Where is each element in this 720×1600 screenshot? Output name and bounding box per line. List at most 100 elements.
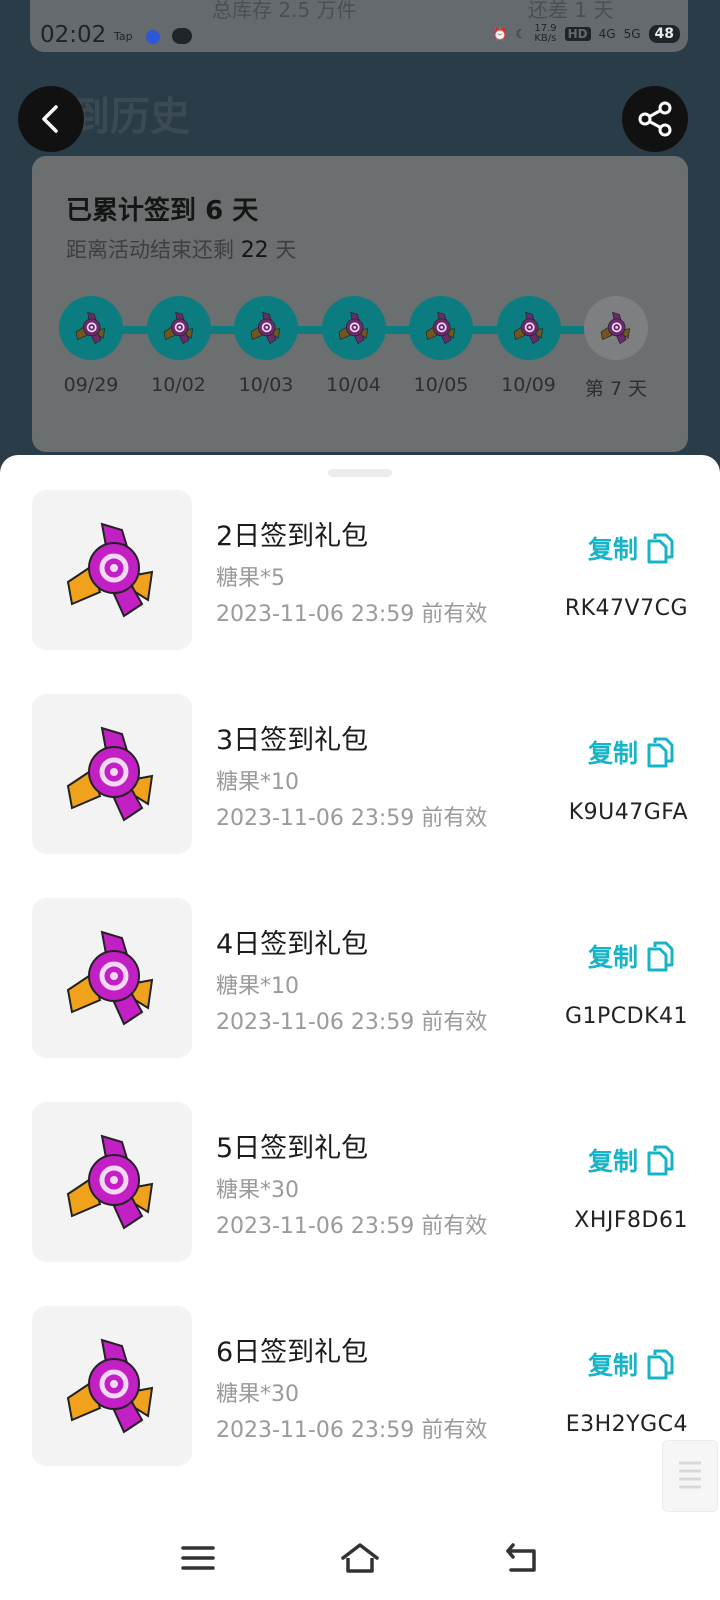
copy-code-button[interactable]: 复制 bbox=[588, 734, 674, 770]
nav-menu-button[interactable] bbox=[176, 1538, 220, 1578]
home-icon bbox=[341, 1543, 379, 1573]
gift-row: 6日签到礼包 糖果*30 2023-11-06 23:59 前有效 复制 E3H… bbox=[0, 1306, 720, 1466]
copy-label: 复制 bbox=[587, 1147, 638, 1176]
gift-content: 糖果*5 bbox=[216, 566, 285, 591]
timeline-date: 09/29 bbox=[63, 374, 119, 396]
copy-label: 复制 bbox=[587, 739, 638, 768]
candy-icon bbox=[66, 726, 154, 822]
share-button[interactable] bbox=[622, 86, 688, 152]
timeline-node bbox=[584, 296, 648, 360]
copy-code-button[interactable]: 复制 bbox=[588, 530, 674, 566]
gift-expiry: 2023-11-06 23:59 前有效 bbox=[216, 1010, 488, 1035]
timeline-date: 10/03 bbox=[238, 374, 294, 396]
copy-label: 复制 bbox=[587, 535, 638, 564]
timeline-node bbox=[496, 296, 561, 360]
copy-code-button[interactable]: 复制 bbox=[588, 938, 674, 974]
network-type-1: 4G bbox=[598, 27, 616, 41]
copy-label: 复制 bbox=[587, 1351, 638, 1380]
candy-icon bbox=[338, 311, 368, 345]
gift-content: 糖果*30 bbox=[216, 1178, 299, 1203]
days-left-text: 还差 1 天 bbox=[528, 0, 614, 22]
notification-dot-icon bbox=[146, 30, 160, 44]
copy-code-button[interactable]: 复制 bbox=[588, 1346, 674, 1382]
candy-icon bbox=[66, 1134, 154, 1230]
gift-thumbnail bbox=[32, 1306, 192, 1466]
copy-icon bbox=[647, 1145, 674, 1176]
gift-expiry: 2023-11-06 23:59 前有效 bbox=[216, 1418, 488, 1443]
timeline-date: 10/04 bbox=[326, 374, 381, 396]
timeline-node bbox=[409, 296, 473, 360]
gift-thumbnail bbox=[32, 694, 192, 854]
hd-badge: HD bbox=[564, 27, 591, 41]
gift-content: 糖果*10 bbox=[216, 770, 299, 795]
background-page: 总库存 2.5 万件 还差 1 天 02:02 Tap ⏰ ☾ 17.9 KB/… bbox=[0, 0, 720, 470]
return-icon bbox=[506, 1543, 536, 1572]
nav-home-button[interactable] bbox=[338, 1538, 382, 1578]
system-nav-bar bbox=[0, 1516, 720, 1600]
message-icon bbox=[172, 28, 192, 44]
timeline-node bbox=[321, 296, 386, 360]
gift-content: 糖果*30 bbox=[216, 1382, 299, 1407]
timeline-date: 第 7 天 bbox=[584, 378, 648, 400]
gift-name: 3日签到礼包 bbox=[216, 725, 369, 756]
copy-icon bbox=[647, 941, 674, 972]
gift-thumbnail bbox=[32, 898, 192, 1058]
gift-code[interactable]: G1PCDK41 bbox=[565, 1004, 688, 1029]
sheet-drag-handle[interactable] bbox=[328, 469, 392, 477]
candy-icon bbox=[66, 930, 154, 1026]
copy-code-button[interactable]: 复制 bbox=[588, 1142, 674, 1178]
gift-name: 2日签到礼包 bbox=[216, 521, 369, 552]
candy-icon bbox=[66, 522, 154, 618]
gift-name: 6日签到礼包 bbox=[216, 1337, 369, 1368]
candy-icon bbox=[163, 311, 193, 345]
timeline-date: 10/02 bbox=[151, 374, 206, 396]
gift-thumbnail bbox=[32, 1102, 192, 1262]
gift-bottom-sheet: 2日签到礼包 糖果*5 2023-11-06 23:59 前有效 复制 RK47… bbox=[0, 455, 720, 1600]
candy-icon bbox=[600, 311, 631, 345]
cumulative-suffix: 天 bbox=[232, 196, 259, 226]
gift-code[interactable]: RK47V7CG bbox=[565, 596, 688, 621]
cumulative-checkin: 已累计签到 6 天 bbox=[66, 190, 258, 227]
candy-icon bbox=[75, 311, 106, 345]
gift-content: 糖果*10 bbox=[216, 974, 299, 999]
checkin-summary-card: 已累计签到 6 天 距离活动结束还剩 22 天 09/29 10/02 10/0… bbox=[32, 156, 688, 452]
gift-code[interactable]: K9U47GFA bbox=[569, 800, 688, 825]
scroll-lines-icon bbox=[679, 1461, 701, 1489]
candy-icon bbox=[66, 1338, 154, 1434]
gift-row: 2日签到礼包 糖果*5 2023-11-06 23:59 前有效 复制 RK47… bbox=[0, 490, 720, 650]
remaining-prefix: 距离活动结束还剩 bbox=[66, 238, 234, 262]
status-app-tag: Tap bbox=[114, 30, 133, 43]
status-time: 02:02 bbox=[40, 22, 107, 48]
gift-row: 5日签到礼包 糖果*30 2023-11-06 23:59 前有效 复制 XHJ… bbox=[0, 1102, 720, 1262]
cumulative-days: 6 bbox=[205, 196, 224, 226]
gift-name: 5日签到礼包 bbox=[216, 1133, 369, 1164]
candy-icon bbox=[250, 311, 281, 345]
nav-back-button[interactable] bbox=[500, 1538, 544, 1578]
gift-name: 4日签到礼包 bbox=[216, 929, 369, 960]
back-icon bbox=[42, 105, 58, 133]
gift-code[interactable]: XHJF8D61 bbox=[574, 1208, 688, 1233]
copy-icon bbox=[647, 533, 674, 564]
gift-expiry: 2023-11-06 23:59 前有效 bbox=[216, 1214, 488, 1239]
back-button[interactable] bbox=[18, 86, 84, 152]
status-indicators: ⏰ ☾ 17.9 KB/s HD 4G 5G 48 bbox=[493, 24, 680, 44]
alarm-icon: ⏰ bbox=[492, 27, 508, 41]
gift-thumbnail bbox=[32, 490, 192, 650]
remaining-days: 22 bbox=[240, 238, 269, 263]
gift-expiry: 2023-11-06 23:59 前有效 bbox=[216, 806, 488, 831]
remaining-suffix: 天 bbox=[275, 238, 297, 262]
candy-icon bbox=[513, 311, 543, 345]
share-icon bbox=[638, 101, 672, 137]
remaining-days-line: 距离活动结束还剩 22 天 bbox=[66, 234, 296, 264]
cumulative-prefix: 已累计签到 bbox=[66, 196, 197, 226]
gift-code[interactable]: E3H2YGC4 bbox=[566, 1412, 688, 1437]
network-type-2: 5G bbox=[623, 27, 641, 41]
network-speed-unit: KB/s bbox=[534, 33, 557, 44]
battery-level: 48 bbox=[648, 25, 680, 43]
timeline-date: 10/05 bbox=[413, 374, 469, 396]
inventory-text: 总库存 2.5 万件 bbox=[212, 0, 357, 22]
scroll-top-button[interactable] bbox=[662, 1440, 718, 1512]
gift-row: 3日签到礼包 糖果*10 2023-11-06 23:59 前有效 复制 K9U… bbox=[0, 694, 720, 854]
gift-expiry: 2023-11-06 23:59 前有效 bbox=[216, 602, 488, 627]
menu-icon bbox=[181, 1546, 215, 1570]
